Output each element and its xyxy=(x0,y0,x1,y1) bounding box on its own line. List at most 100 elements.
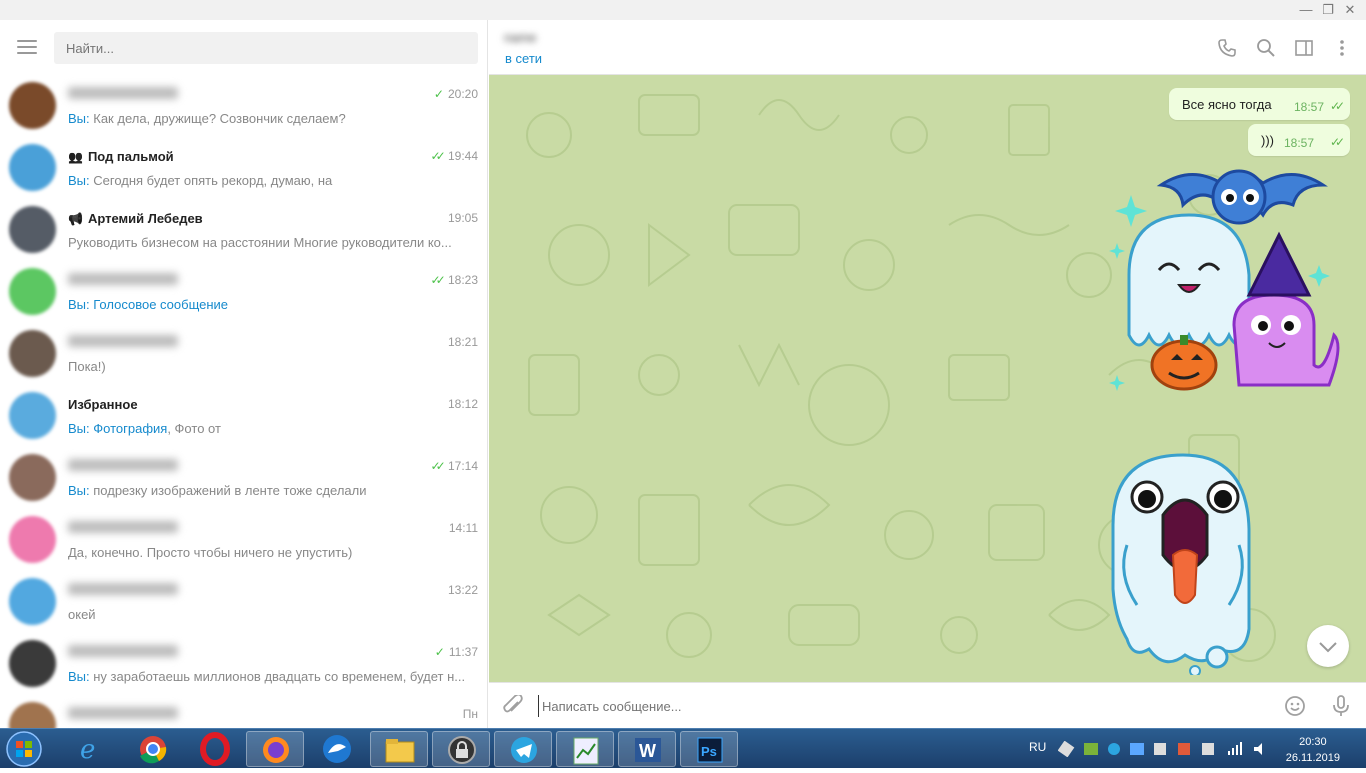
screaming-ghost-sticker[interactable] xyxy=(1107,445,1257,675)
chat-preview-text: подрезку изображений в ленте тоже сделал… xyxy=(93,483,367,498)
message-bubble[interactable]: Все ясно тогда 18:57 ✓✓ xyxy=(1169,88,1350,120)
clock-time: 20:30 xyxy=(1299,736,1327,748)
maximize-button[interactable]: ❐ xyxy=(1318,2,1338,18)
chat-name-text xyxy=(68,521,178,533)
chat-preview-text: Пока!) xyxy=(68,359,106,374)
chat-time: 14:11 xyxy=(449,521,478,535)
you-prefix: Вы: xyxy=(68,669,94,684)
search-input[interactable] xyxy=(54,32,478,64)
scroll-down-button[interactable] xyxy=(1307,625,1349,667)
chat-list-item[interactable]: 📢 Артемий Лебедев 19:05 Руководить бизнесом… xyxy=(0,200,487,262)
chat-preview-text: Сегодня будет опять рекорд, думаю, на xyxy=(93,173,333,188)
message-input[interactable] xyxy=(538,695,1278,717)
message-text: ))) xyxy=(1261,133,1274,148)
chat-name xyxy=(68,87,178,102)
hamburger-menu-icon[interactable] xyxy=(17,40,37,56)
read-checkmarks-icon: ✓✓ xyxy=(430,273,446,287)
chat-name-text: Избранное xyxy=(68,397,138,412)
chat-preview: Руководить бизнесом на расстоянии Многие… xyxy=(68,235,478,250)
chat-name-text xyxy=(68,583,178,595)
opera-icon[interactable] xyxy=(186,731,244,767)
notepad-chart-icon[interactable] xyxy=(556,731,614,767)
chat-time-text: 11:37 xyxy=(448,645,478,659)
message-bubble[interactable]: ))) 18:57 ✓✓ xyxy=(1248,124,1350,156)
windows-start-icon[interactable] xyxy=(2,730,46,768)
more-options-icon[interactable] xyxy=(1332,38,1352,58)
minimize-button[interactable]: — xyxy=(1296,2,1316,18)
chat-name xyxy=(68,459,178,474)
photoshop-icon[interactable]: Ps xyxy=(680,731,738,767)
chat-name: 👥 Под пальмой xyxy=(68,149,174,164)
chat-preview: Вы: ну заработаешь миллионов двадцать со… xyxy=(68,669,478,684)
chat-name-text xyxy=(68,335,178,347)
channel-icon: 📢 xyxy=(68,212,83,226)
taskbar-clock[interactable]: 20:30 26.11.2019 xyxy=(1286,734,1340,766)
avatar xyxy=(9,578,56,625)
keepass-lock-icon[interactable] xyxy=(432,731,490,767)
emoji-icon[interactable] xyxy=(1284,695,1306,717)
conversation-panel: name в сети Все ясно тогда 18:57 ✓✓))) … xyxy=(489,20,1366,728)
chat-preview-text: Да, конечно. Просто чтобы ничего не упус… xyxy=(68,545,353,560)
file-explorer-icon[interactable] xyxy=(370,731,428,767)
chat-list-item[interactable]: 14:11 Да, конечно. Просто чтобы ничего не… xyxy=(0,510,487,572)
chat-preview: Вы: Как дела, дружище? Созвончик сделаем… xyxy=(68,111,478,126)
chat-time: ✓✓ 18:23 xyxy=(431,273,478,287)
chat-list-item[interactable]: Избранное 18:12 Вы: Фотография, Фото от xyxy=(0,386,487,448)
chat-name-text: Под пальмой xyxy=(87,149,174,164)
chat-list-item[interactable]: ✓ 20:20 Вы: Как дела, дружище? Созвончик с… xyxy=(0,76,487,138)
chat-list-item[interactable]: ✓✓ 17:14 Вы: подрезку изображений в ленте… xyxy=(0,448,487,510)
chat-preview-text: Как дела, дружище? Созвончик сделаем? xyxy=(93,111,346,126)
chat-list-item[interactable]: 18:21 Пока!) xyxy=(0,324,487,386)
chat-time-text: 18:23 xyxy=(447,273,478,287)
chat-name-text xyxy=(68,707,178,719)
language-indicator[interactable]: RU xyxy=(1029,740,1046,754)
halloween-ghost-sticker[interactable] xyxy=(1109,165,1349,415)
phone-icon[interactable] xyxy=(1217,38,1237,58)
chat-name: Избранное xyxy=(68,397,138,412)
telegram-icon[interactable] xyxy=(494,731,552,767)
chat-preview: Вы: Сегодня будет опять рекорд, думаю, н… xyxy=(68,173,478,188)
chat-time: 13:22 xyxy=(448,583,478,597)
message-time: 18:57 xyxy=(1294,100,1325,114)
sidebar-toggle-icon[interactable] xyxy=(1294,38,1314,58)
chat-list-item[interactable]: Пн xyxy=(0,696,487,728)
close-button[interactable]: ✕ xyxy=(1340,2,1360,18)
chat-time-text: 14:11 xyxy=(448,521,478,535)
read-checkmarks-icon: ✓✓ xyxy=(430,459,446,473)
chevron-down-icon xyxy=(1319,642,1337,653)
chat-list: ✓ 20:20 Вы: Как дела, дружище? Созвончик с… xyxy=(0,76,487,728)
chat-preview-text: окей xyxy=(68,607,96,622)
chat-preview-text: Руководить бизнесом на расстоянии Многие… xyxy=(68,235,452,250)
chat-preview-text: Фотография xyxy=(93,421,168,436)
chat-time: ✓ 20:20 xyxy=(434,87,478,101)
peer-name[interactable]: name xyxy=(504,30,537,45)
firefox-icon[interactable] xyxy=(246,731,304,767)
chat-time: 18:12 xyxy=(448,397,478,411)
chrome-icon[interactable] xyxy=(124,731,182,767)
group-icon: 👥 xyxy=(68,150,83,164)
search-icon[interactable] xyxy=(1256,38,1276,58)
svg-text:e: e xyxy=(80,735,95,765)
chat-time-text: 20:20 xyxy=(447,87,478,101)
chat-list-item[interactable]: ✓✓ 18:23 Вы: Голосовое сообщение xyxy=(0,262,487,324)
word-icon[interactable]: W xyxy=(618,731,676,767)
chat-preview: Вы: Фотография, Фото от xyxy=(68,421,478,436)
chat-list-item[interactable]: 👥 Под пальмой ✓✓ 19:44 Вы: Сегодня будет оп… xyxy=(0,138,487,200)
avatar xyxy=(9,640,56,687)
internet-explorer-icon[interactable]: e xyxy=(62,731,120,767)
chat-name-text xyxy=(68,87,178,99)
avatar xyxy=(9,702,56,728)
chat-preview: Вы: подрезку изображений в ленте тоже сд… xyxy=(68,483,478,498)
message-time: 18:57 xyxy=(1284,136,1315,150)
chat-list-item[interactable]: 13:22 окей xyxy=(0,572,487,634)
chat-time: 19:05 xyxy=(448,211,478,225)
chat-name: 📢 Артемий Лебедев xyxy=(68,211,203,226)
microphone-icon[interactable] xyxy=(1331,694,1351,718)
read-checkmarks-icon: ✓✓ xyxy=(1330,135,1345,149)
chat-list-item[interactable]: ✓ 11:37 Вы: ну заработаешь миллионов двадц… xyxy=(0,634,487,696)
app-bird-icon[interactable] xyxy=(308,731,366,767)
chat-time: ✓✓ 17:14 xyxy=(431,459,478,473)
attach-icon[interactable] xyxy=(502,695,524,717)
chat-name-text xyxy=(68,645,178,657)
chat-time-text: 18:21 xyxy=(447,335,478,349)
